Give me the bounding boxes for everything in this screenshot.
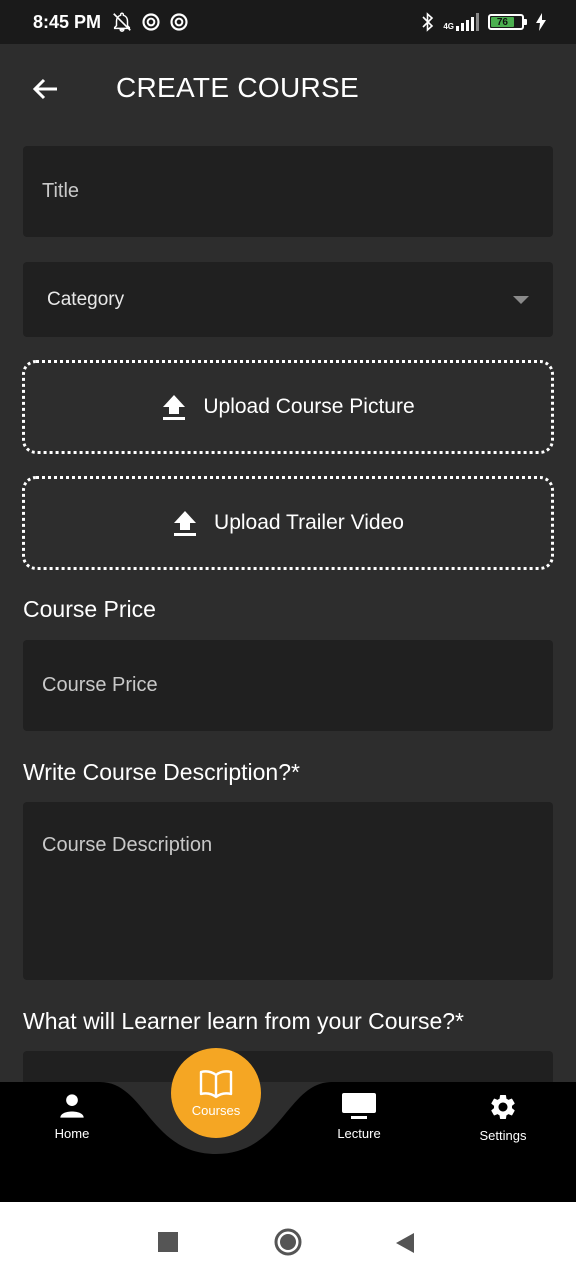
battery-percent: 76 — [496, 16, 508, 28]
recent-apps-icon[interactable] — [158, 1232, 178, 1252]
bottom-navigation: Home Lecture Settings — [0, 1082, 576, 1202]
title-field[interactable] — [23, 146, 553, 237]
status-left-icons — [111, 11, 189, 33]
course-description-input[interactable] — [23, 802, 553, 980]
notifications-off-icon — [113, 12, 131, 32]
monitor-icon — [342, 1093, 376, 1119]
network-type: 4G — [443, 22, 454, 31]
app-bar: CREATE COURSE — [0, 44, 576, 134]
nav-label-courses: Courses — [191, 1102, 241, 1118]
page-title: CREATE COURSE — [116, 72, 359, 103]
course-description-field[interactable] — [23, 802, 553, 980]
learner-outcome-heading: What will Learner learn from your Course… — [23, 1008, 465, 1034]
nav-item-home[interactable]: Home — [17, 1092, 127, 1141]
upload-course-picture-button[interactable]: Upload Course Picture — [22, 360, 554, 454]
title-input[interactable] — [23, 146, 553, 237]
nav-item-lecture[interactable]: Lecture — [304, 1092, 414, 1141]
upload-trailer-video-label: Upload Trailer Video — [214, 511, 404, 534]
upload-icon — [174, 511, 197, 536]
person-icon — [60, 1094, 84, 1118]
upload-trailer-video-button[interactable]: Upload Trailer Video — [22, 476, 554, 570]
data-saver-icon — [142, 13, 160, 31]
status-time: 8:45 PM — [33, 11, 102, 32]
course-description-heading: Write Course Description?* — [23, 759, 300, 785]
bluetooth-icon — [422, 12, 434, 32]
nav-label-home: Home — [54, 1126, 90, 1141]
back-button[interactable] — [28, 74, 62, 104]
system-navigation-bar — [0, 1202, 576, 1280]
course-price-input[interactable] — [23, 640, 553, 731]
gear-icon — [491, 1095, 515, 1119]
category-label: Category — [47, 288, 125, 310]
course-price-field[interactable] — [23, 640, 553, 731]
home-button-icon[interactable] — [273, 1227, 303, 1257]
signal-icon — [456, 13, 479, 31]
nav-item-settings[interactable]: Settings — [448, 1092, 558, 1143]
category-dropdown[interactable]: Category — [23, 262, 553, 337]
back-triangle-icon[interactable] — [395, 1232, 415, 1254]
arrow-left-icon — [32, 78, 57, 100]
status-bar: 8:45 PM 4G 76 — [0, 0, 576, 44]
signal-group: 4G — [443, 13, 480, 31]
charging-icon — [536, 13, 546, 31]
course-price-heading: Course Price — [23, 596, 156, 622]
upload-icon — [163, 395, 186, 420]
battery-icon: 76 — [488, 14, 527, 30]
data-saver-icon — [170, 13, 188, 31]
book-icon — [199, 1069, 233, 1098]
nav-label-lecture: Lecture — [337, 1126, 381, 1141]
nav-label-settings: Settings — [479, 1128, 527, 1143]
battery-level: 76 — [491, 16, 514, 28]
upload-course-picture-label: Upload Course Picture — [203, 395, 415, 418]
status-right: 4G 76 — [421, 12, 546, 32]
nav-item-courses[interactable]: Courses — [171, 1048, 261, 1138]
chevron-down-icon — [513, 295, 529, 304]
